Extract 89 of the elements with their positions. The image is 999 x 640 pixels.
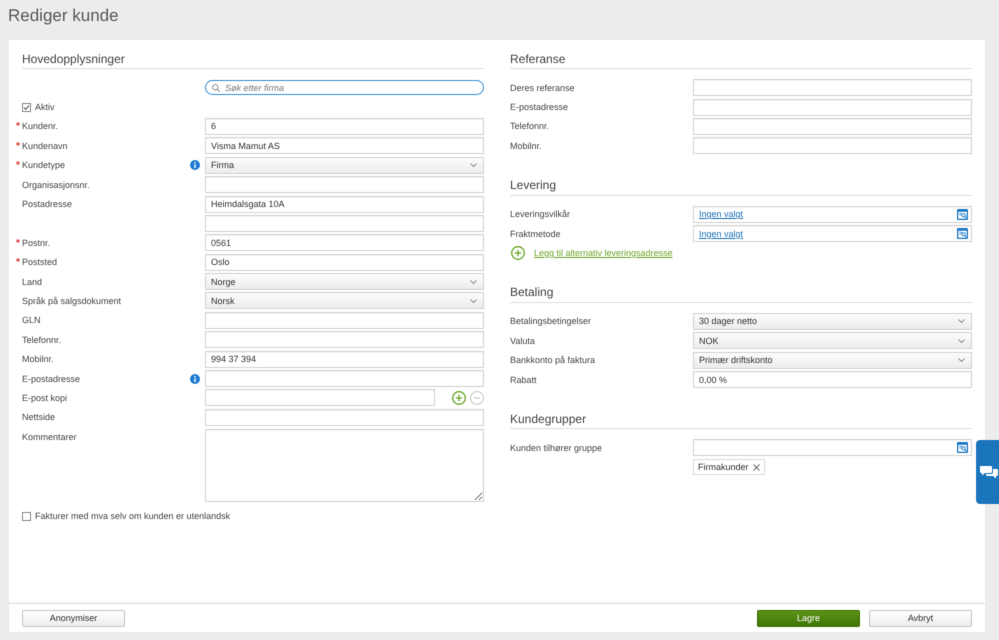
select-field[interactable]: 30 dager netto [693,312,972,330]
info-icon[interactable] [190,374,200,384]
text-field[interactable]: 6 [205,118,484,135]
field-label: GLN [22,314,41,326]
lookup-link[interactable]: Ingen valgt [699,228,744,239]
text-field[interactable] [205,389,435,406]
field-label: Kunden tilhører gruppe [510,442,602,454]
chevron-down-icon [470,280,477,284]
field-label: Organisasjonsnr. [22,178,90,191]
select-field[interactable]: Firma [205,156,484,174]
field-label: Kundenavn [22,140,68,152]
field-label: Mobilnr. [22,353,54,366]
list-search-icon[interactable] [957,228,968,240]
field-label: Telefonnr. [510,120,550,132]
text-field[interactable] [205,370,484,388]
text-field[interactable]: 994 37 394 [205,350,484,368]
lookup-field[interactable]: Ingen valgt [693,206,972,223]
text-field[interactable]: Heimdalsgata 10A [205,196,484,213]
chevron-down-icon [958,358,965,362]
text-field[interactable] [205,214,484,232]
field-label: Kundetype [22,159,66,172]
section-heading: Referanse [510,52,566,66]
search-field[interactable]: Søk etter firma [205,80,484,96]
chat-icon [980,464,998,480]
field-label: Språk på salgsdokument [22,294,122,307]
list-search-icon[interactable] [957,442,968,454]
text-field[interactable] [205,408,484,426]
text-field[interactable] [205,331,484,348]
text-field[interactable] [693,98,972,116]
plus-circle-icon[interactable] [511,246,525,260]
checkbox[interactable] [22,512,31,521]
field-label: Postadresse [22,198,72,210]
select-field[interactable]: Primær driftskonto [693,352,972,369]
search-icon [212,84,220,92]
plus-circle-icon[interactable] [452,390,466,405]
text-field[interactable] [205,176,484,194]
lookup-field[interactable] [693,439,972,456]
page-title: Rediger kunde [8,6,119,26]
field-label: Telefonnr. [22,334,62,346]
field-label: Valuta [510,334,535,347]
field-label: Rabatt [510,374,537,386]
chevron-down-icon [958,338,965,343]
field-label: Bankkonto på faktura [510,354,596,366]
checkbox-label: Aktiv [35,101,55,114]
field-label: Betalingsbetingelser [510,315,592,328]
checkbox[interactable] [22,102,31,112]
text-field[interactable] [205,312,484,329]
field-label: Nettside [22,411,56,424]
text-field[interactable] [693,79,972,96]
field-label: Kommentarer [22,430,77,443]
field-label: Fraktmetode [510,228,561,240]
section-heading: Betaling [510,285,554,300]
primary-button[interactable]: Lagre [757,610,860,626]
field-label: Deres referanse [510,82,575,94]
select-field[interactable]: NOK [693,332,972,350]
field-label: E-postadresse [510,101,568,114]
field-label: E-post kopi [22,392,68,404]
secondary-button[interactable]: Avbryt [869,610,972,626]
secondary-button[interactable]: Anonymiser [22,610,125,626]
text-field[interactable] [693,137,972,154]
field-label: Kundenr. [22,120,58,132]
field-label: Leveringsvilkår [510,208,570,220]
chat-tab[interactable] [976,440,999,504]
lookup-link[interactable]: Ingen valgt [699,209,744,220]
text-field[interactable]: 0,00 % [693,371,972,388]
list-search-icon[interactable] [957,208,968,220]
chevron-down-icon [470,298,477,303]
section-heading: Hovedopplysninger [22,52,125,66]
select-field[interactable]: Norge [205,273,484,290]
textarea-field[interactable] [205,429,484,502]
section-heading: Levering [510,178,556,192]
field-label: Land [22,276,42,288]
text-field[interactable]: Oslo [205,254,484,271]
select-field[interactable]: Norsk [205,292,484,310]
chevron-down-icon [470,163,477,168]
field-label: Mobilnr. [510,140,542,152]
chevron-down-icon [958,319,965,324]
close-icon[interactable] [752,464,760,471]
tag-label: Firmakunder [698,462,749,472]
checkbox-label: Fakturer med mva selv om kunden er utenlandsk [35,510,230,522]
field-label: Postnr. [22,236,50,249]
field-label: E-postadresse [22,372,80,385]
section-heading: Kundegrupper [510,412,586,426]
info-icon[interactable] [190,160,200,170]
field-label: Poststed [22,256,58,268]
text-field[interactable]: Visma Mamut AS [205,137,484,154]
lookup-field[interactable]: Ingen valgt [693,225,972,242]
text-field[interactable]: 0561 [205,234,484,252]
text-field[interactable] [693,118,972,135]
